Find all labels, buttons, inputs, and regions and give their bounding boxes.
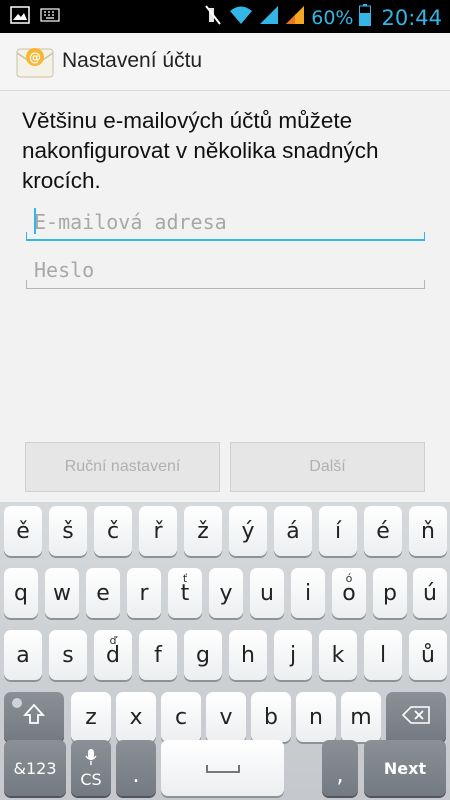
manual-setup-button[interactable]: Ruční nastavení [25,442,220,492]
shift-indicator-dot [12,698,22,708]
space-key[interactable] [161,740,284,796]
key-m[interactable]: m [341,692,381,742]
key-i[interactable]: i [291,568,325,618]
key-a-acute[interactable]: á [274,506,312,556]
key-e[interactable]: e [86,568,120,618]
key-f[interactable]: f [139,630,177,680]
battery-percent: 60% [311,6,354,29]
next-button[interactable]: Další [230,442,425,492]
email-app-icon[interactable]: @ [16,45,54,79]
period-key[interactable]: . [116,740,156,796]
shift-icon [22,703,46,731]
intro-text: Většinu e-mailových účtů můžete nakonfig… [22,108,379,193]
picture-notification-icon [10,6,30,29]
key-k[interactable]: k [319,630,357,680]
key-y-acute[interactable]: ý [229,506,267,556]
key-c[interactable]: c [161,692,201,742]
text-cursor [34,208,36,234]
wifi-icon [229,5,253,30]
symbols-key[interactable]: &123 [4,740,66,796]
soft-keyboard: ě š č ř ž ý á í é ň q w e r ť t y u i ó … [0,502,450,800]
key-z-caron[interactable]: ž [184,506,222,556]
key-t[interactable]: ť t [168,568,202,618]
language-key[interactable]: CS [71,740,111,796]
key-s-caron[interactable]: š [49,506,87,556]
key-n-caron[interactable]: ň [409,506,447,556]
key-s[interactable]: s [49,630,87,680]
battery-icon [359,4,372,31]
key-i-acute[interactable]: í [319,506,357,556]
signal-icon-2 [285,5,305,30]
email-field-underline [26,232,425,241]
comma-key[interactable]: , [322,740,358,796]
password-field-underline [26,280,425,289]
key-o[interactable]: ó o [332,568,366,618]
key-t-hint: ť [182,572,188,585]
signal-icon-1 [259,5,279,30]
key-c-caron[interactable]: č [94,506,132,556]
key-l[interactable]: l [364,630,402,680]
key-d-hint: ď [109,634,117,647]
key-o-hint: ó [345,572,353,585]
mute-icon [203,4,223,31]
key-y[interactable]: y [209,568,243,618]
svg-text:@: @ [29,51,41,65]
action-bar: @ Nastavení účtu [0,33,450,91]
backspace-icon [401,705,430,730]
key-u[interactable]: u [250,568,284,618]
key-r-caron[interactable]: ř [139,506,177,556]
key-z[interactable]: z [71,692,111,742]
key-q[interactable]: q [4,568,38,618]
language-label: CS [80,769,102,789]
key-j[interactable]: j [274,630,312,680]
key-e-caron[interactable]: ě [4,506,42,556]
clock: 20:44 [381,5,442,30]
key-d[interactable]: ď d [94,630,132,680]
key-a[interactable]: a [4,630,42,680]
shift-key[interactable] [4,692,64,742]
next-key[interactable]: Next [364,740,446,796]
key-r[interactable]: r [127,568,161,618]
key-x[interactable]: x [116,692,156,742]
key-b[interactable]: b [251,692,291,742]
key-w[interactable]: w [45,568,79,618]
key-u-ring[interactable]: ů [409,630,447,680]
key-h[interactable]: h [229,630,267,680]
microphone-icon [85,748,97,770]
key-e-acute[interactable]: é [364,506,402,556]
keyboard-notification-icon [40,8,60,27]
page-title: Nastavení účtu [62,49,203,72]
key-p[interactable]: p [373,568,407,618]
key-g[interactable]: g [184,630,222,680]
backspace-key[interactable] [386,692,446,742]
key-u-acute[interactable]: ú [413,568,447,618]
key-v[interactable]: v [206,692,246,742]
space-icon [205,756,241,781]
status-bar: 60% 20:44 [0,0,450,33]
key-n[interactable]: n [296,692,336,742]
